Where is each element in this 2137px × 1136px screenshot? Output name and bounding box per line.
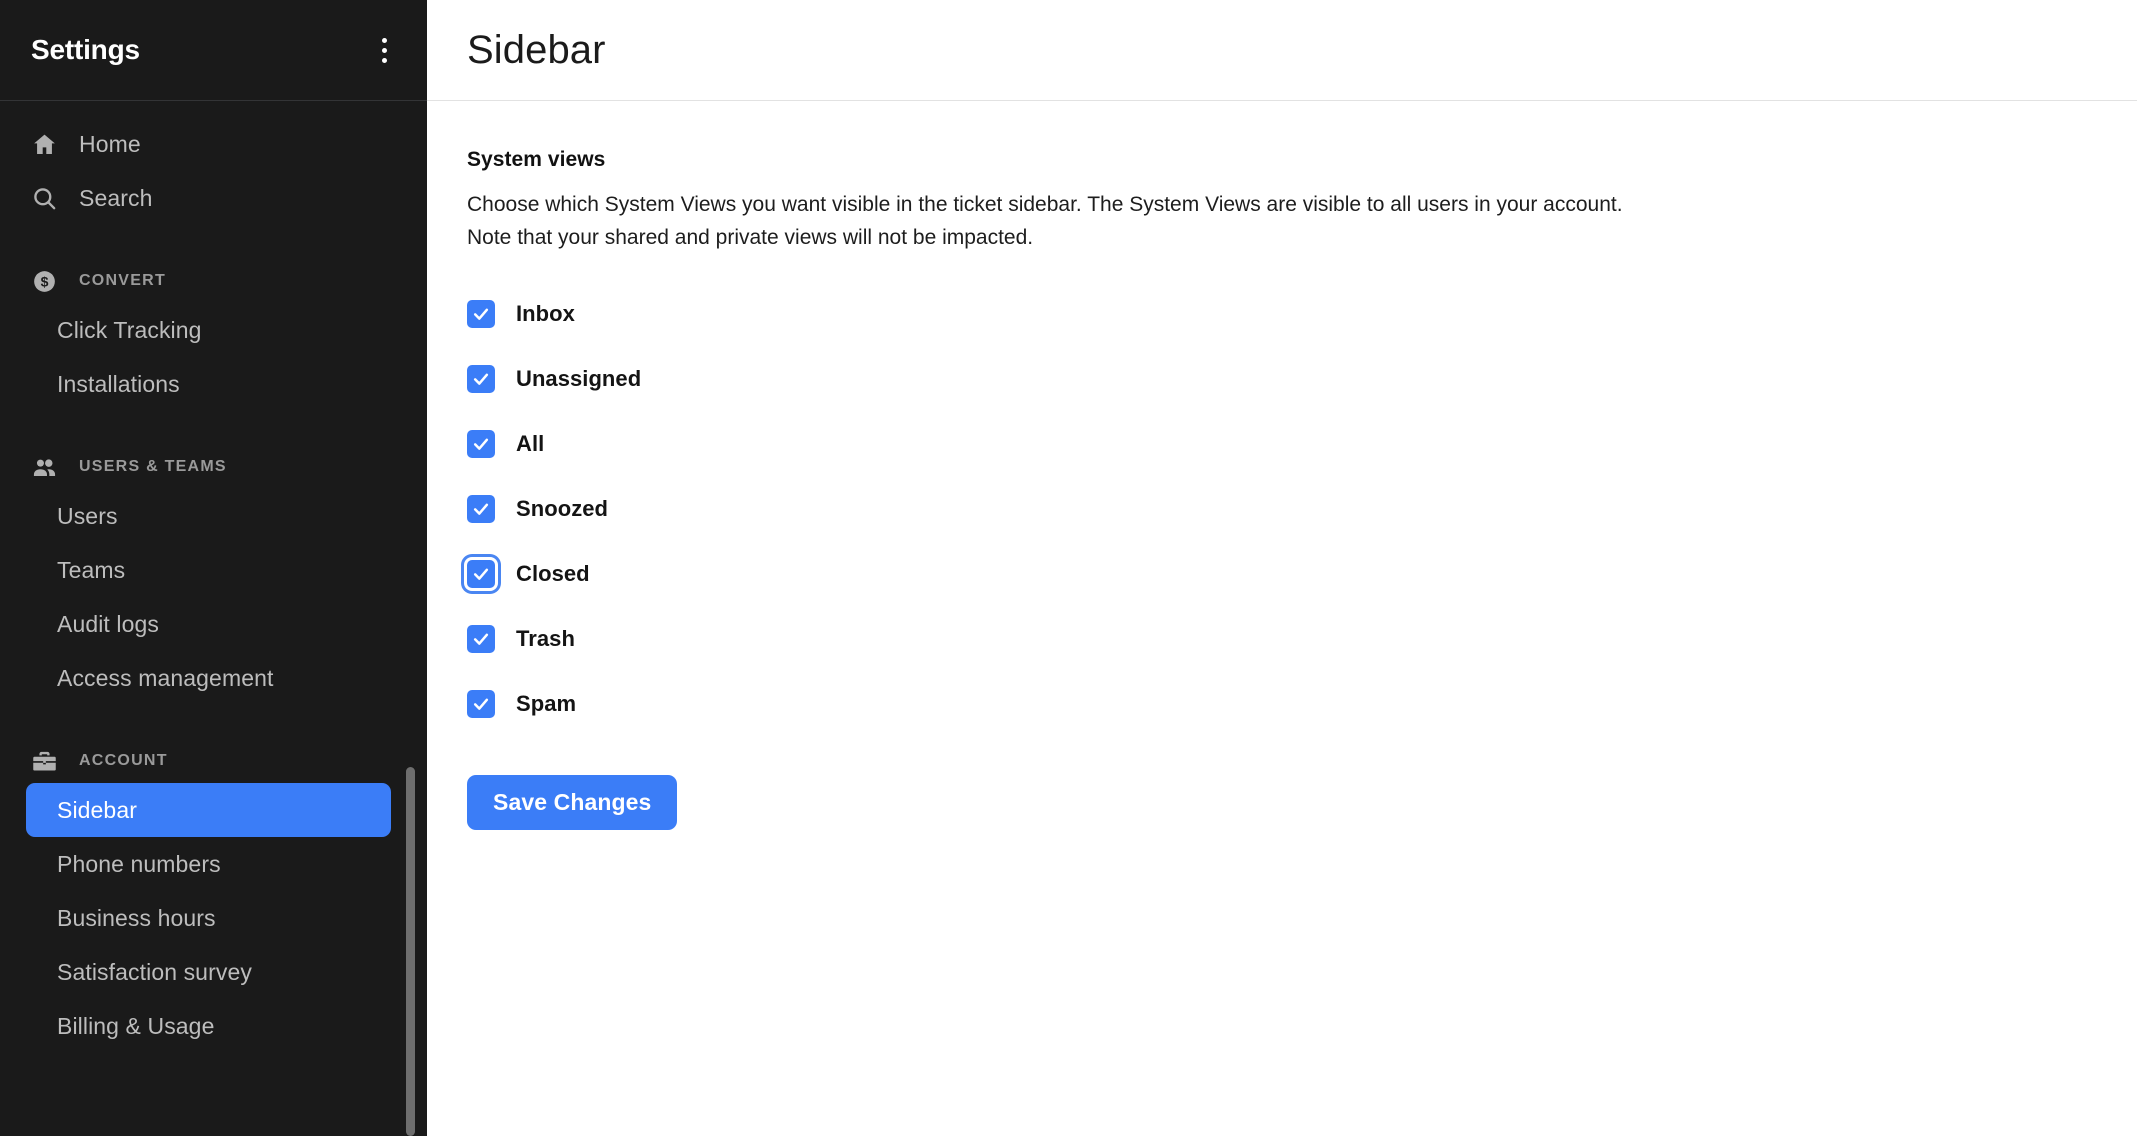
checkmark-icon: [473, 634, 489, 646]
sidebar-item-label: Click Tracking: [57, 316, 202, 343]
main-content: Sidebar System views Choose which System…: [427, 0, 2137, 1136]
settings-sidebar: Settings Home Search $ CONVERT Click Tra…: [0, 0, 427, 1136]
checkbox-trash[interactable]: [467, 625, 495, 654]
settings-page: Settings Home Search $ CONVERT Click Tra…: [0, 0, 2137, 1136]
checkbox-inbox[interactable]: [467, 300, 495, 329]
system-views-heading: System views: [467, 148, 606, 171]
sidebar-item-label: Billing & Usage: [57, 1012, 215, 1039]
sidebar-item-label: Phone numbers: [57, 850, 221, 877]
description-line-2: Note that your shared and private views …: [467, 225, 1034, 249]
checkbox-unassigned[interactable]: [467, 365, 495, 394]
checkbox-row-snoozed[interactable]: Snoozed: [467, 491, 608, 528]
main-body: System views Choose which System Views y…: [427, 101, 2137, 830]
sidebar-item-home[interactable]: Home: [0, 117, 427, 171]
sidebar-item-phone-numbers[interactable]: Phone numbers: [26, 837, 391, 891]
sidebar-item-teams[interactable]: Teams: [26, 543, 391, 597]
checkbox-row-inbox[interactable]: Inbox: [467, 296, 575, 333]
checkbox-label: Snoozed: [516, 496, 609, 522]
checkbox-closed[interactable]: [467, 560, 495, 589]
sidebar-item-label: Users: [57, 502, 118, 529]
checkbox-row-trash[interactable]: Trash: [467, 621, 575, 658]
sidebar-item-label: Installations: [57, 370, 180, 397]
sidebar-item-access-management[interactable]: Access management: [26, 651, 391, 705]
page-title: Sidebar: [467, 27, 606, 72]
sidebar-header: Settings: [0, 0, 427, 101]
sidebar-item-click-tracking[interactable]: Click Tracking: [26, 303, 391, 357]
sidebar-item-business-hours[interactable]: Business hours: [26, 891, 391, 945]
checkmark-icon: [473, 504, 489, 516]
checkmark-icon: [473, 699, 489, 711]
sidebar-item-label: Audit logs: [57, 610, 160, 637]
checkbox-all[interactable]: [467, 430, 495, 459]
description-line-1: Choose which System Views you want visib…: [467, 193, 1623, 216]
sidebar-item-audit-logs[interactable]: Audit logs: [26, 597, 391, 651]
sidebar-item-label: Home: [79, 130, 141, 157]
system-views-description: Choose which System Views you want visib…: [467, 189, 1667, 255]
sidebar-item-users[interactable]: Users: [26, 489, 391, 543]
checkbox-row-closed[interactable]: Closed: [467, 556, 590, 593]
checkbox-row-unassigned[interactable]: Unassigned: [467, 361, 641, 398]
sidebar-section-label: USERS & TEAMS: [79, 458, 227, 475]
checkbox-label: Spam: [516, 691, 577, 717]
sidebar-section-account: ACCOUNT: [0, 739, 427, 783]
checkmark-icon: [473, 374, 489, 386]
home-icon: [31, 131, 58, 158]
sidebar-title: Settings: [31, 34, 140, 65]
sidebar-scrollbar[interactable]: [406, 767, 415, 1136]
checkmark-icon: [473, 569, 489, 581]
checkbox-snoozed[interactable]: [467, 495, 495, 524]
sidebar-item-label: Satisfaction survey: [57, 958, 252, 985]
sidebar-item-installations[interactable]: Installations: [26, 357, 391, 411]
kebab-menu-icon[interactable]: [369, 30, 399, 70]
checkbox-row-all[interactable]: All: [467, 426, 544, 463]
dollar-circle-icon: $: [31, 268, 58, 295]
people-icon: [31, 454, 58, 481]
svg-text:$: $: [41, 273, 49, 289]
briefcase-icon: [31, 748, 58, 775]
system-views-checkbox-list: Inbox Unassigned All Snoozed Closed Tras…: [467, 296, 2097, 723]
sidebar-item-label: Teams: [57, 556, 126, 583]
checkbox-label: Closed: [516, 561, 590, 587]
kebab-dot: [381, 37, 387, 43]
sidebar-item-satisfaction-survey[interactable]: Satisfaction survey: [26, 945, 391, 999]
main-header: Sidebar: [427, 0, 2137, 101]
sidebar-item-label: Sidebar: [57, 796, 137, 823]
checkbox-label: Inbox: [516, 301, 575, 327]
checkbox-row-spam[interactable]: Spam: [467, 686, 576, 723]
sidebar-item-label: Access management: [57, 664, 274, 691]
sidebar-section-label: CONVERT: [79, 272, 166, 289]
sidebar-item-label: Search: [79, 184, 153, 211]
checkmark-icon: [473, 439, 489, 451]
checkmark-icon: [473, 309, 489, 321]
sidebar-section-convert: $ CONVERT: [0, 259, 427, 303]
checkbox-label: Unassigned: [516, 366, 642, 392]
kebab-dot: [381, 57, 387, 63]
sidebar-item-billing-usage[interactable]: Billing & Usage: [26, 999, 391, 1053]
checkbox-label: Trash: [516, 626, 575, 652]
sidebar-section-label: ACCOUNT: [79, 752, 168, 769]
checkbox-spam[interactable]: [467, 690, 495, 719]
sidebar-section-users-teams: USERS & TEAMS: [0, 445, 427, 489]
save-changes-button[interactable]: Save Changes: [467, 774, 678, 830]
search-icon: [31, 185, 58, 212]
sidebar-item-search[interactable]: Search: [0, 171, 427, 225]
sidebar-nav: Home Search $ CONVERT Click Tracking Ins…: [0, 101, 427, 1053]
sidebar-item-label: Business hours: [57, 904, 216, 931]
checkbox-label: All: [516, 431, 545, 457]
sidebar-scrollbar-thumb[interactable]: [406, 767, 415, 1136]
kebab-dot: [381, 47, 387, 53]
sidebar-item-sidebar[interactable]: Sidebar: [26, 783, 391, 837]
